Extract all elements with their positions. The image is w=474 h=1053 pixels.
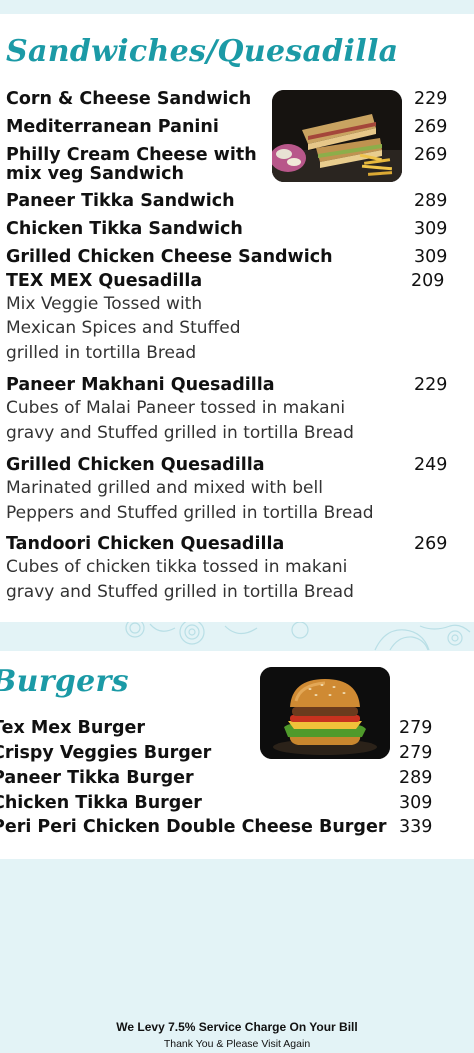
swirl-decoration <box>0 618 474 651</box>
menu-item-price: 269 <box>414 145 448 165</box>
menu-item-price: 289 <box>414 191 448 211</box>
menu-item-price: 249 <box>414 455 448 475</box>
menu-item-price: 309 <box>399 793 433 813</box>
menu-item-price: 229 <box>414 89 448 109</box>
burger-photo <box>260 667 390 759</box>
burgers-section: Burgers Tex Mex Burger 279 Crispy Veggie… <box>0 651 474 859</box>
service-charge-note: We Levy 7.5% Service Charge On Your Bill <box>116 1020 358 1034</box>
menu-item-description: Cubes of Malai Paneer tossed in makani <box>6 398 346 418</box>
menu-item-name: Peri Peri Chicken Double Cheese Burger <box>0 817 387 837</box>
menu-item-price: 269 <box>414 534 448 554</box>
menu-item-description: Marinated grilled and mixed with bell <box>6 478 323 498</box>
menu-item-name: Paneer Tikka Sandwich <box>6 191 235 211</box>
menu-item-price: 289 <box>399 768 433 788</box>
menu-item-price: 279 <box>399 718 433 738</box>
menu-item-name: Grilled Chicken Quesadilla <box>6 455 265 475</box>
menu-item-name: Tandoori Chicken Quesadilla <box>6 534 285 554</box>
sandwiches-title: Sandwiches/Quesadilla <box>6 34 399 69</box>
menu-item-description: Mexican Spices and Stuffed <box>6 318 241 338</box>
menu-item-description: gravy and Stuffed grilled in tortilla Br… <box>6 423 354 443</box>
menu-item-name: Grilled Chicken Cheese Sandwich <box>6 247 333 267</box>
menu-item-name: Chicken Tikka Sandwich <box>6 219 243 239</box>
menu-item-price: 309 <box>414 219 448 239</box>
menu-item-name: Crispy Veggies Burger <box>0 743 212 763</box>
menu-item-description: grilled in tortilla Bread <box>6 343 197 363</box>
menu-item-description: Peppers and Stuffed grilled in tortilla … <box>6 503 374 523</box>
menu-item-price: 309 <box>414 247 448 267</box>
menu-item-name: Mediterranean Panini <box>6 117 219 137</box>
menu-item-price: 269 <box>414 117 448 137</box>
menu-item-name-line2: mix veg Sandwich <box>6 164 184 184</box>
sandwiches-section: Sandwiches/Quesadilla Corn & Cheese Sand… <box>0 14 474 622</box>
menu-item-description: gravy and Stuffed grilled in tortilla Br… <box>6 582 354 602</box>
menu-item-name: TEX MEX Quesadilla <box>6 271 203 291</box>
menu-item-name: Philly Cream Cheese with <box>6 145 257 165</box>
menu-item-name: Corn & Cheese Sandwich <box>6 89 252 109</box>
menu-item-description: Cubes of chicken tikka tossed in makani <box>6 557 348 577</box>
menu-item-name: Paneer Makhani Quesadilla <box>6 375 275 395</box>
menu-item-price: 279 <box>399 743 433 763</box>
menu-item-name: Tex Mex Burger <box>0 718 145 738</box>
menu-item-description: Mix Veggie Tossed with <box>6 294 203 314</box>
menu-item-price: 229 <box>414 375 448 395</box>
sandwich-photo <box>272 90 402 182</box>
menu-item-price: 209 <box>411 271 445 291</box>
thank-you-note: Thank You & Please Visit Again <box>163 1038 311 1050</box>
menu-item-price: 339 <box>399 817 433 837</box>
menu-item-name: Paneer Tikka Burger <box>0 768 194 788</box>
burgers-title: Burgers <box>0 664 129 699</box>
menu-item-name: Chicken Tikka Burger <box>0 793 202 813</box>
